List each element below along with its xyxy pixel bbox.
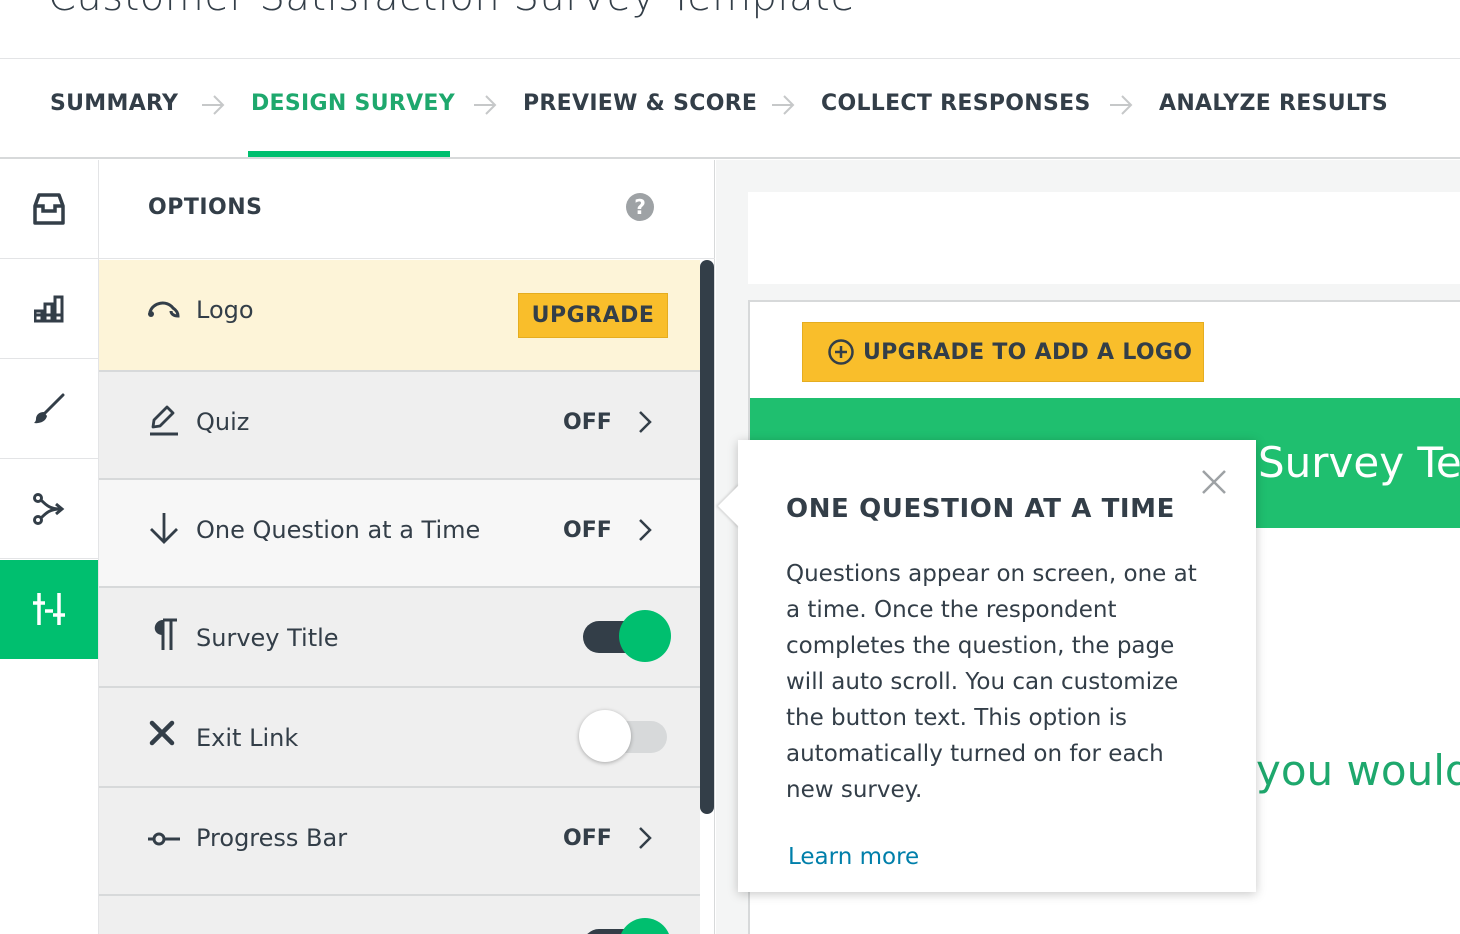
- option-label: Progress Bar: [196, 824, 348, 852]
- option-status: OFF: [563, 410, 612, 435]
- arrow-right-icon: [772, 95, 795, 115]
- survey-title-toggle[interactable]: [583, 610, 671, 664]
- step-collect-responses[interactable]: COLLECT RESPONSES: [821, 91, 1091, 116]
- option-status: OFF: [563, 518, 612, 543]
- option-label: One Question at a Time: [196, 516, 481, 544]
- popover-caret: [718, 484, 740, 528]
- info-popover: ONE QUESTION AT A TIME Questions appear …: [718, 440, 1256, 892]
- survey-header-card: [748, 192, 1460, 284]
- sidebar-rail: [0, 160, 99, 934]
- logo-icon: [148, 301, 180, 318]
- arrow-down-icon: [150, 513, 178, 544]
- rail-item-builder[interactable]: [0, 260, 98, 359]
- survey-designer-page: Customer Satisfaction Survey Template SU…: [0, 0, 1460, 934]
- options-panel: OPTIONS ? Logo UPGRADE Quiz OFF One Ques…: [99, 160, 715, 934]
- arrow-right-icon: [1110, 95, 1133, 115]
- exit-link-toggle[interactable]: [579, 710, 671, 764]
- progress-bar-icon: [148, 832, 180, 846]
- plus-circle-icon: [828, 339, 854, 365]
- toggle-knob: [619, 918, 671, 934]
- popover-title: ONE QUESTION AT A TIME: [786, 494, 1176, 524]
- question-text[interactable]: you would: [1256, 746, 1460, 795]
- rail-item-options[interactable]: [0, 560, 98, 659]
- question-bank-icon: [33, 193, 65, 225]
- paintbrush-icon: [34, 393, 65, 424]
- active-step-indicator: [248, 151, 450, 157]
- options-header: OPTIONS ?: [99, 160, 715, 259]
- step-summary[interactable]: SUMMARY: [50, 91, 178, 116]
- paragraph-icon: [154, 618, 177, 650]
- option-label: Quiz: [196, 408, 250, 436]
- options-sliders-icon: [33, 593, 65, 625]
- logic-icon: [33, 493, 65, 525]
- step-design-survey[interactable]: DESIGN SURVEY: [251, 91, 455, 116]
- upgrade-add-logo-button[interactable]: UPGRADE TO ADD A LOGO: [802, 322, 1204, 382]
- toggle-knob: [579, 710, 631, 762]
- learn-more-link[interactable]: Learn more: [788, 844, 919, 870]
- option-row-logo[interactable]: Logo UPGRADE: [99, 260, 700, 372]
- rail-item-logic[interactable]: [0, 460, 98, 559]
- option-row-quiz[interactable]: Quiz OFF: [99, 372, 700, 480]
- option-row-one-question[interactable]: One Question at a Time OFF: [99, 480, 700, 588]
- option-row-progress-bar[interactable]: Progress Bar OFF: [99, 788, 700, 896]
- builder-icon: [34, 295, 64, 323]
- x-icon: [149, 720, 175, 746]
- popover-body: Questions appear on screen, one at a tim…: [786, 561, 1197, 803]
- option-row-next[interactable]: [99, 896, 700, 934]
- pencil-icon: [150, 405, 178, 436]
- toggle-knob: [619, 610, 671, 662]
- option-label: Logo: [196, 296, 254, 324]
- chevron-right-icon: [639, 411, 652, 433]
- upgrade-add-logo-label: UPGRADE TO ADD A LOGO: [863, 339, 1193, 365]
- arrow-right-icon: [202, 95, 225, 115]
- upgrade-button[interactable]: UPGRADE: [518, 293, 668, 338]
- option-label: Survey Title: [196, 624, 339, 652]
- page-title: Customer Satisfaction Survey Template: [48, 0, 855, 20]
- options-scrollbar[interactable]: [700, 260, 714, 814]
- step-preview-score[interactable]: PREVIEW & SCORE: [523, 91, 757, 116]
- step-analyze-results[interactable]: ANALYZE RESULTS: [1159, 91, 1388, 116]
- chevron-right-icon: [639, 827, 652, 849]
- option-status: OFF: [563, 826, 612, 851]
- option-row-survey-title[interactable]: Survey Title: [99, 588, 700, 688]
- options-title: OPTIONS: [148, 195, 263, 220]
- option-label: Exit Link: [196, 724, 299, 752]
- help-icon[interactable]: ?: [626, 193, 654, 221]
- rail-item-question-bank[interactable]: [0, 160, 98, 259]
- arrow-right-icon: [474, 95, 497, 115]
- rail-item-design[interactable]: [0, 360, 98, 459]
- chevron-right-icon: [639, 519, 652, 541]
- close-icon[interactable]: [1200, 468, 1228, 496]
- option-row-exit-link[interactable]: Exit Link: [99, 688, 700, 788]
- option-toggle[interactable]: [583, 918, 671, 934]
- steps-nav: SUMMARY DESIGN SURVEY PREVIEW & SCORE CO…: [0, 59, 1460, 159]
